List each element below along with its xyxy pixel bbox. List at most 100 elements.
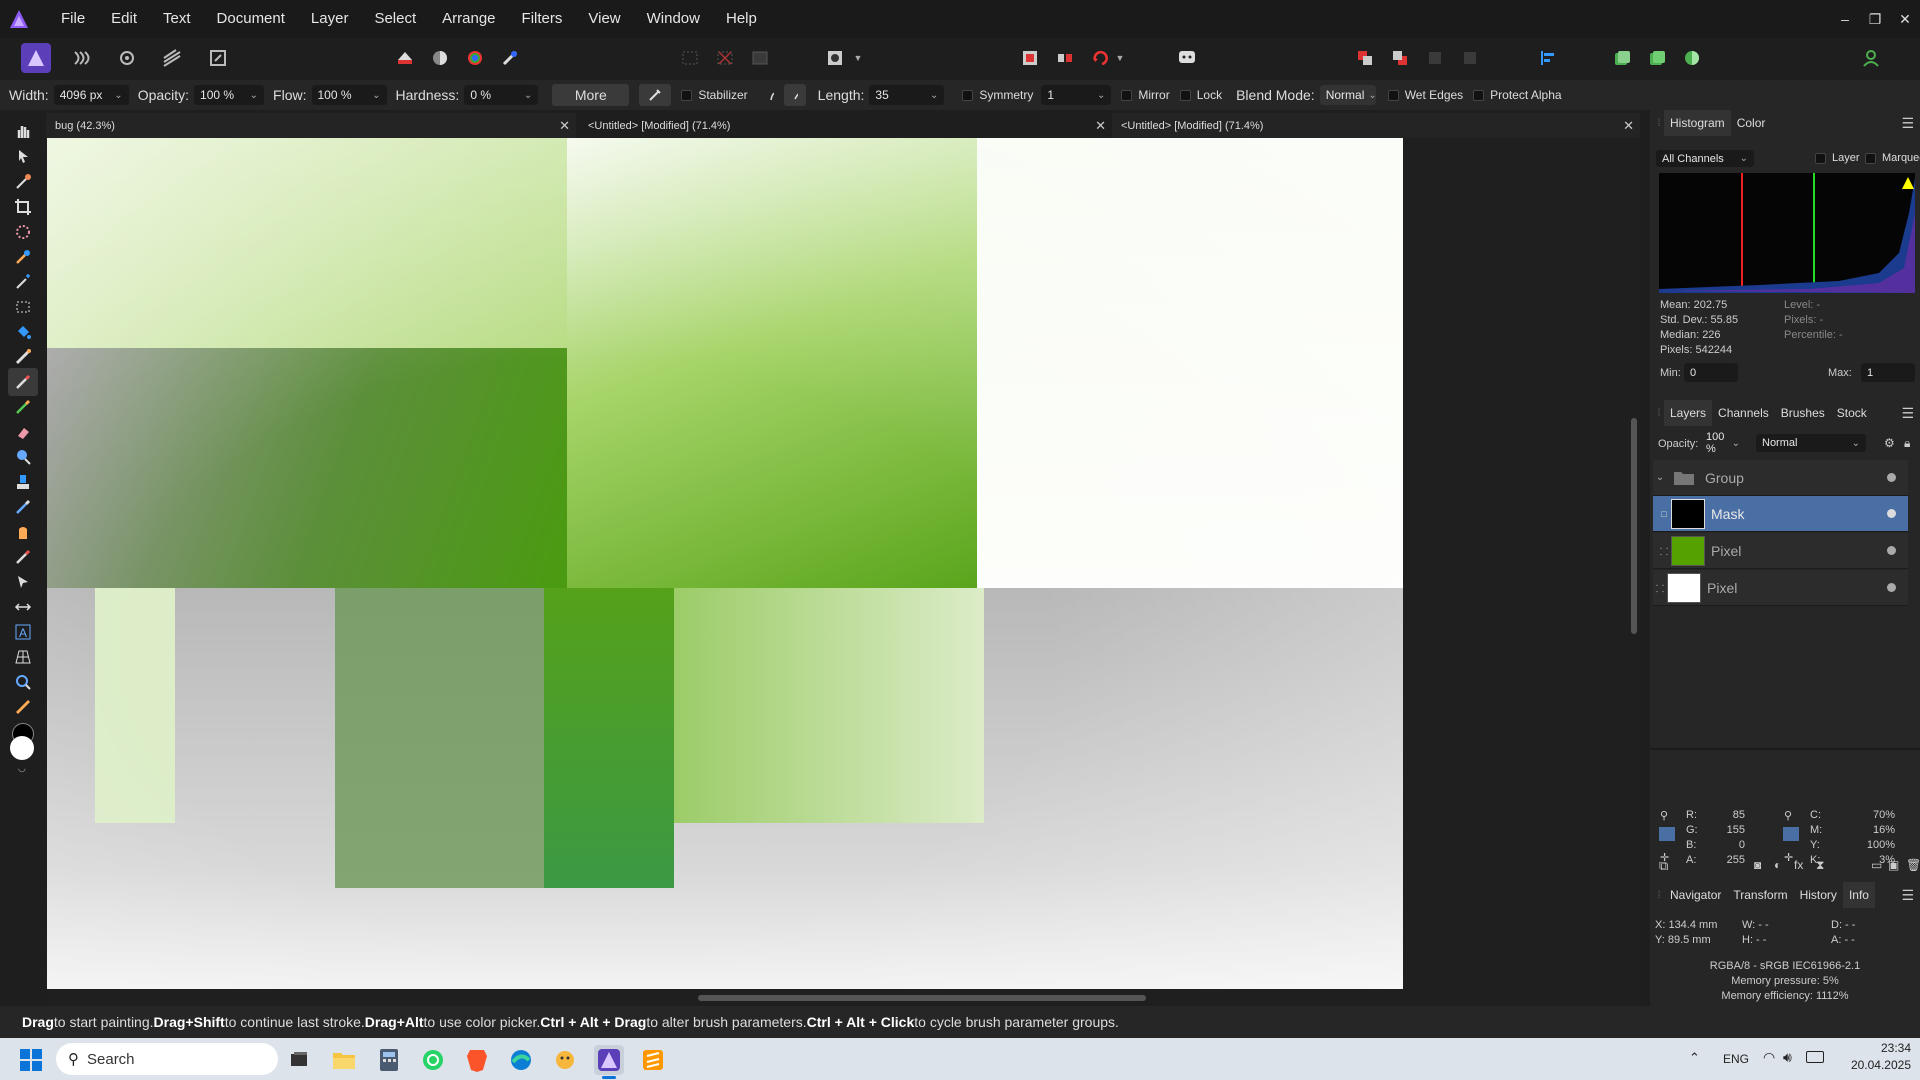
file-explorer-icon[interactable] [329,1045,359,1075]
gradient-tool-icon[interactable] [8,343,38,371]
mesh-warp-tool-icon[interactable] [8,543,38,571]
flip-icon[interactable] [1050,43,1080,73]
mask-layer-icon[interactable]: ◙ [1754,858,1761,872]
menu-select[interactable]: Select [361,0,429,38]
layer-opacity-field[interactable]: 100 % ⌄ [1700,431,1746,455]
visibility-dot[interactable] [1887,583,1896,592]
auto-colors-icon[interactable] [460,43,490,73]
minimize-icon[interactable]: – [1830,0,1860,38]
tab-untitled-1[interactable]: <Untitled> [Modified] (71.4%) ✕ [579,113,1112,138]
liquify-persona-icon[interactable] [67,43,97,73]
battery-icon[interactable] [1806,1051,1824,1063]
text-tool-icon[interactable]: A [8,618,38,646]
blend-mode-dropdown[interactable]: Normal ⌄ [1319,85,1377,105]
fx-icon[interactable]: fx [1794,858,1803,872]
wet-edges-checkbox[interactable]: Wet Edges [1387,88,1463,102]
order-back-icon[interactable] [1350,43,1380,73]
perspective-tool-icon[interactable] [8,643,38,671]
tab-color[interactable]: Color [1731,110,1772,136]
tab-stock[interactable]: Stock [1831,400,1873,426]
max-input[interactable]: 1 [1861,363,1915,382]
rope-mode-icon[interactable] [760,84,782,106]
color-picker-tool-icon[interactable] [8,168,38,196]
layer-link-icon[interactable]: □ [1657,509,1671,519]
histogram-marquee-checkbox[interactable]: Marquee [1865,152,1920,164]
levels-icon[interactable] [390,43,420,73]
layer-link-icon[interactable]: ⸬ [1657,544,1671,558]
window-mode-icon[interactable] [783,84,806,106]
layer-row-mask[interactable]: □ Mask [1653,496,1908,532]
windows-start-icon[interactable] [16,1045,46,1075]
tab-navigator[interactable]: Navigator [1664,882,1727,908]
scroll-thumb[interactable] [698,995,1146,1001]
menu-filters[interactable]: Filters [509,0,576,38]
layer-blend-dropdown[interactable]: Normal ⌄ [1756,434,1866,452]
chevron-up-icon[interactable]: ⌃ [1689,1050,1700,1066]
language-indicator[interactable]: ENG [1723,1052,1749,1066]
layer-fx-stack-icon[interactable]: ⧉ [1659,858,1668,874]
clone-tool-icon[interactable] [8,468,38,496]
marquee-tool-icon[interactable] [8,293,38,321]
close-icon[interactable]: ✕ [559,118,570,134]
layer-row-pixel-green[interactable]: ⸬ Pixel [1653,533,1908,569]
selection-mode-icon[interactable] [675,43,705,73]
menu-arrange[interactable]: Arrange [429,0,508,38]
clock-date[interactable]: 20.04.2025 [1843,1058,1911,1072]
paint-brush-tool-icon[interactable] [8,368,38,396]
tab-brushes[interactable]: Brushes [1775,400,1831,426]
tab-history[interactable]: History [1794,882,1843,908]
panel-menu-icon[interactable]: ☰ [1901,115,1914,132]
color-swatches[interactable]: ◡ [8,723,38,773]
tab-layers[interactable]: Layers [1664,400,1713,426]
min-input[interactable]: 0 [1684,363,1738,382]
symmetry-checkbox[interactable]: Symmetry [962,88,1033,102]
volume-icon[interactable]: 🔊︎ [1783,1049,1792,1066]
background-color-swatch[interactable] [10,736,34,760]
flow-field[interactable]: 100 % ⌄ [311,85,387,105]
photo-persona-icon[interactable] [21,43,51,73]
group-layers-icon[interactable]: ▭ [1871,858,1882,872]
menu-document[interactable]: Document [204,0,298,38]
move-tool-icon[interactable] [8,142,38,170]
more-button[interactable]: More [552,84,630,106]
lock-icon[interactable]: 🔒︎ [1904,436,1910,451]
dodge-tool-icon[interactable] [8,443,38,471]
panel-menu-icon[interactable]: ☰ [1901,405,1914,422]
account-icon[interactable] [1856,43,1886,73]
protect-alpha-checkbox[interactable]: Protect Alpha [1473,88,1562,102]
calculator-icon[interactable] [374,1045,404,1075]
length-field[interactable]: 35 ⌄ [869,85,945,105]
tab-channels[interactable]: Channels [1712,400,1775,426]
layer-link-icon[interactable]: ⸬ [1653,581,1667,595]
erase-tool-icon[interactable] [8,418,38,446]
width-field[interactable]: 4096 px ⌄ [53,85,129,105]
tab-histogram[interactable]: Histogram [1664,110,1731,136]
selection-brush-tool-icon[interactable] [8,218,38,246]
tab-info[interactable]: Info [1842,882,1875,908]
channels-dropdown[interactable]: All Channels ⌄ [1656,150,1754,167]
menu-edit[interactable]: Edit [98,0,150,38]
restore-icon[interactable]: ❐ [1860,0,1890,38]
hardness-field[interactable]: 0 % ⌄ [464,85,539,105]
close-icon[interactable]: ✕ [1095,118,1106,134]
affinity-logo-icon[interactable] [0,0,38,38]
affinity-photo-taskbar-icon[interactable] [594,1045,624,1079]
sublime-text-icon[interactable] [638,1045,668,1075]
pixel-tool-icon[interactable] [8,393,38,421]
order-forward-icon[interactable] [1385,43,1415,73]
grip-icon[interactable]: ⁞ [1654,118,1664,129]
close-icon[interactable]: ✕ [1890,0,1920,38]
settings-icon[interactable]: ⚙ [1884,436,1895,450]
tab-transform[interactable]: Transform [1727,882,1793,908]
inpainting-tool-icon[interactable] [8,493,38,521]
duplicate-layer-icon[interactable] [1642,43,1672,73]
menu-help[interactable]: Help [713,0,770,38]
layer-row-group[interactable]: ⌄ Group [1653,460,1908,496]
stabilizer-checkbox[interactable]: Stabilizer [681,88,748,102]
mirror-checkbox[interactable]: Mirror [1121,88,1170,102]
tab-bug[interactable]: bug (42.3%) ✕ [46,113,576,138]
rotate-icon[interactable] [1085,43,1115,73]
add-layer-icon[interactable] [1607,43,1637,73]
delete-layer-icon[interactable]: 🗑︎ [1906,858,1920,872]
app-icon[interactable] [550,1045,580,1075]
